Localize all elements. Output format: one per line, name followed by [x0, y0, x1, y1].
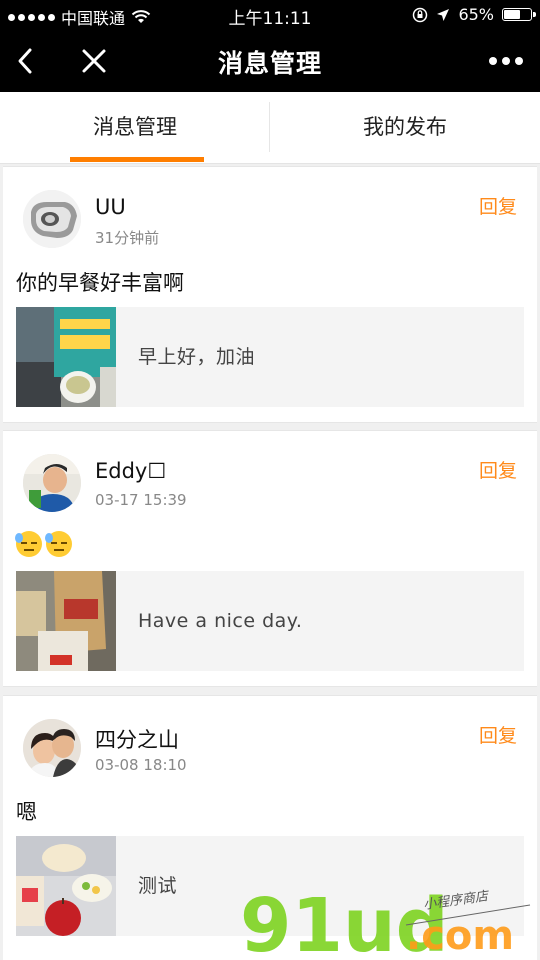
- quoted-text: 测试: [138, 875, 178, 897]
- quoted-text: 早上好，加油: [138, 346, 256, 368]
- sender-name: 四分之山: [95, 728, 179, 752]
- page-title: 消息管理: [217, 49, 322, 78]
- tab-label: 消息管理: [93, 115, 177, 139]
- message-content: 你的早餐好丰富啊: [16, 271, 184, 295]
- message-card: UU 31分钟前 回复 你的早餐好丰富啊 早上好，加油: [3, 166, 537, 423]
- tab-label: 我的发布: [363, 115, 447, 139]
- location-arrow-icon: [437, 8, 450, 21]
- orientation-lock-icon: [413, 7, 428, 22]
- tab-message-management[interactable]: 消息管理: [0, 92, 270, 163]
- message-time: 03-17 15:39: [95, 491, 187, 509]
- post-thumbnail: [16, 307, 116, 407]
- message-time: 31分钟前: [95, 229, 160, 247]
- status-bar: 中国联通 上午11:11 65%: [0, 0, 540, 30]
- more-icon: [489, 57, 523, 65]
- reply-button[interactable]: 回复: [479, 192, 517, 219]
- message-content: [15, 531, 76, 557]
- quoted-text: Have a nice day.: [138, 610, 303, 632]
- battery-icon: [502, 8, 536, 21]
- nav-bar: 消息管理: [0, 30, 540, 92]
- quoted-post[interactable]: Have a nice day.: [16, 571, 524, 671]
- sweat-emoji-icon: [15, 531, 42, 557]
- post-thumbnail: [16, 571, 116, 671]
- status-right: 65%: [412, 5, 536, 24]
- more-button[interactable]: [486, 44, 526, 78]
- avatar-mask-image: [23, 190, 81, 248]
- watermark-domain: .com: [406, 913, 514, 955]
- sender-name: UU: [95, 195, 126, 219]
- tab-my-posts[interactable]: 我的发布: [270, 92, 540, 163]
- message-time: 03-08 18:10: [95, 756, 187, 774]
- sweat-emoji-icon: [45, 531, 72, 557]
- avatar-person-image: [23, 454, 81, 512]
- reply-button[interactable]: 回复: [479, 721, 517, 748]
- sender-name: Eddy☐: [95, 459, 167, 483]
- post-thumbnail: [16, 836, 116, 936]
- avatar-couple-image: [23, 719, 81, 777]
- active-tab-indicator: [70, 157, 204, 162]
- avatar[interactable]: [23, 454, 81, 512]
- message-content: 嗯: [16, 800, 37, 824]
- watermark-logo: 91ud .com 小程序商店: [238, 883, 538, 960]
- tab-divider: [269, 102, 270, 152]
- battery-fill: [504, 10, 520, 19]
- avatar[interactable]: [23, 719, 81, 777]
- battery-percent: 65%: [458, 5, 494, 24]
- message-card: Eddy☐ 03-17 15:39 回复 Have a nice day.: [3, 430, 537, 687]
- tab-bar: 消息管理 我的发布: [0, 92, 540, 164]
- quoted-post[interactable]: 早上好，加油: [16, 307, 524, 407]
- reply-button[interactable]: 回复: [479, 456, 517, 483]
- avatar[interactable]: [23, 190, 81, 248]
